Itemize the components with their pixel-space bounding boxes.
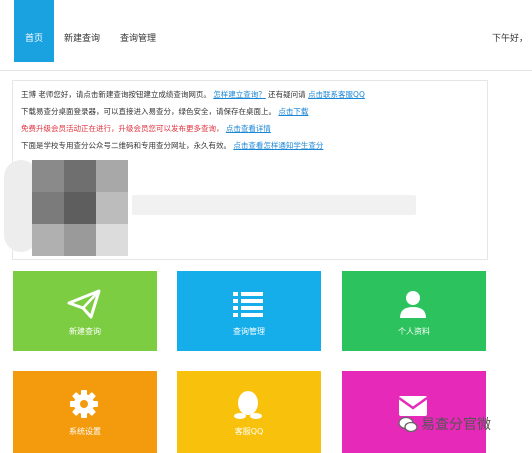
nav-tab-new-query[interactable]: 新建查询	[64, 0, 100, 62]
message-tile[interactable]	[342, 371, 486, 453]
nav-tab-query-manage[interactable]: 查询管理	[120, 0, 156, 62]
gear-icon	[70, 390, 98, 418]
notice-text: 王博 老师您好，请点击新建查询按钮建立成绩查询网页。	[21, 90, 211, 99]
profile-tile[interactable]: 个人资料	[342, 271, 486, 351]
list-icon	[233, 292, 263, 317]
notice-line-3: 免费升级会员活动正在进行，升级会员您可以发布更多查询， 点击查看详情	[21, 123, 271, 134]
tile-label: 客服QQ	[234, 427, 264, 436]
tile-label: 查询管理	[233, 327, 265, 336]
watermark-text: 易查分官微	[421, 417, 491, 433]
support-qq-tile[interactable]: 客服QQ	[177, 371, 321, 453]
tile-label: 新建查询	[69, 327, 101, 336]
how-to-create-link[interactable]: 怎样建立查询？	[213, 90, 266, 99]
tile-label: 系统设置	[69, 427, 101, 436]
qq-penguin-icon	[234, 391, 262, 419]
system-settings-tile[interactable]: 系统设置	[13, 371, 157, 453]
notice-text: 免费升级会员活动正在进行，升级会员您可以发布更多查询，	[21, 124, 224, 133]
contact-support-qq-link[interactable]: 点击联系客服QQ	[308, 90, 365, 99]
nav-tab-home[interactable]: 首页	[14, 0, 54, 62]
download-link[interactable]: 点击下载	[278, 107, 308, 116]
top-nav-bar: 首页 新建查询 查询管理 下午好，	[0, 0, 532, 71]
greeting-text: 下午好，	[491, 34, 528, 44]
new-query-tile[interactable]: 新建查询	[13, 271, 157, 351]
notify-students-link[interactable]: 点击查看怎样通知学生查分	[233, 141, 323, 150]
blurred-query-url	[132, 195, 416, 215]
tile-label: 个人资料	[398, 327, 430, 336]
notice-line-2: 下载易查分桌面登录器，可以直接进入易查分，绿色安全，请保存在桌面上。 点击下载	[21, 106, 308, 117]
paper-plane-icon	[67, 289, 101, 319]
pixelated-qr-code	[32, 160, 128, 256]
view-details-link[interactable]: 点击查看详情	[226, 124, 271, 133]
query-manage-tile[interactable]: 查询管理	[177, 271, 321, 351]
notice-text: 还有疑问请	[268, 90, 306, 99]
notice-text: 下面是学校专用查分公众号二维码和专用查分网址，永久有效。	[21, 141, 231, 150]
notice-text: 下载易查分桌面登录器，可以直接进入易查分，绿色安全，请保存在桌面上。	[21, 107, 276, 116]
user-icon	[400, 291, 426, 318]
wechat-icon	[398, 416, 418, 433]
notice-line-4: 下面是学校专用查分公众号二维码和专用查分网址，永久有效。 点击查看怎样通知学生查…	[21, 140, 323, 151]
notice-line-1: 王博 老师您好，请点击新建查询按钮建立成绩查询网页。 怎样建立查询？ 还有疑问请…	[21, 89, 365, 100]
